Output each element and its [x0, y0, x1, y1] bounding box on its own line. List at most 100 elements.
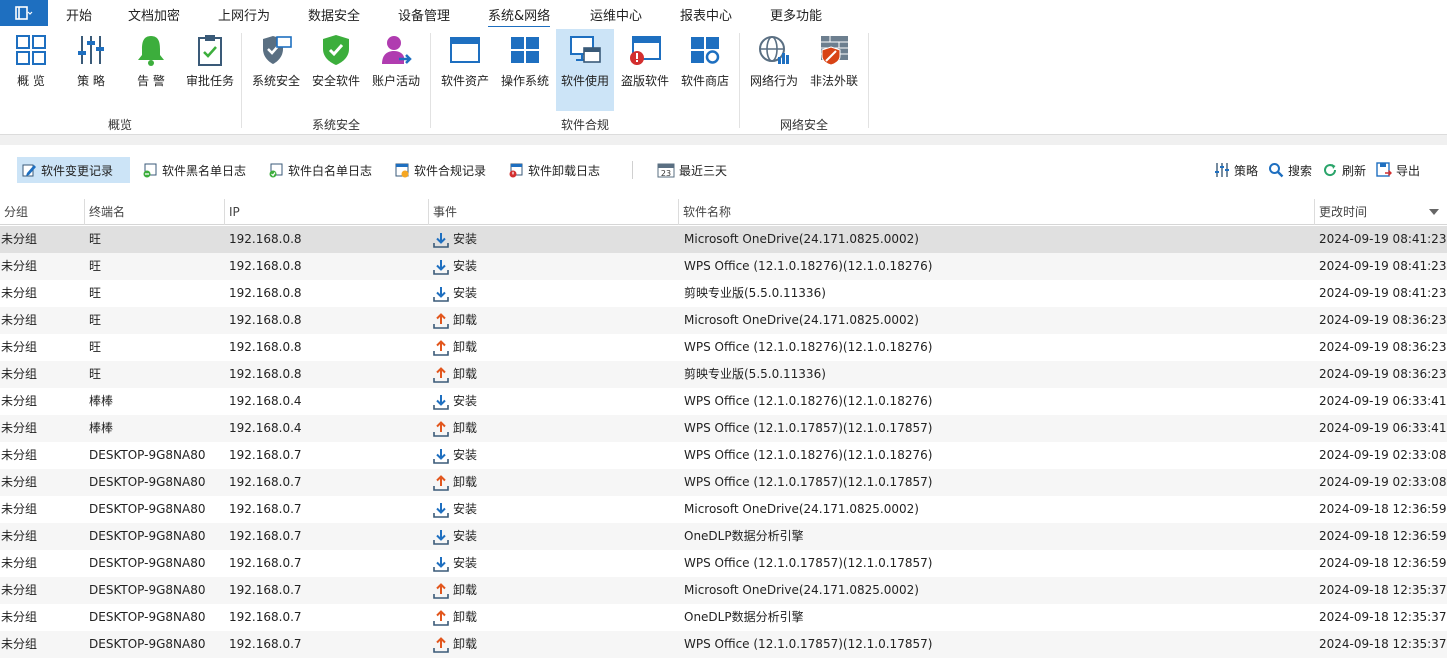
table-row[interactable]: 未分组 DESKTOP-9G8NA80 192.168.0.7 安装 WPS Offic… — [0, 550, 1447, 577]
cell-change-time: 2024-09-19 02:33:08 — [1319, 448, 1447, 462]
table-row[interactable]: 未分组 DESKTOP-9G8NA80 192.168.0.7 卸载 Microsoft… — [0, 577, 1447, 604]
policy-label: 策略 — [1234, 163, 1259, 178]
uninstall-icon — [433, 636, 449, 653]
ribbon-software-usage-button[interactable]: 软件使用 — [556, 29, 614, 111]
table-row[interactable]: 未分组 DESKTOP-9G8NA80 192.168.0.7 安装 Microsoft… — [0, 496, 1447, 523]
cell-ip: 192.168.0.7 — [229, 475, 302, 489]
install-icon — [433, 232, 449, 248]
tab-compliance-log[interactable]: 软件合规记录 — [390, 157, 490, 183]
windows-logo-icon — [511, 37, 539, 63]
cell-terminal: 旺 — [89, 232, 102, 246]
menu-start[interactable]: 开始 — [66, 5, 92, 24]
ribbon-software-assets-button[interactable]: 软件资产 — [436, 29, 494, 111]
column-header-terminal[interactable]: 终端名 — [84, 199, 224, 225]
ribbon-button-label: 软件使用 — [560, 74, 609, 88]
ribbon-alert-button[interactable]: 告 警 — [122, 29, 180, 111]
cell-event: 卸载 — [433, 415, 477, 442]
menu-web-behavior[interactable]: 上网行为 — [218, 5, 270, 24]
column-header-group[interactable]: 分组 — [0, 199, 84, 225]
cell-ip: 192.168.0.4 — [229, 421, 302, 435]
cell-group: 未分组 — [1, 340, 38, 354]
ribbon-pirated-software-button[interactable]: 盗版软件 — [616, 29, 674, 111]
cell-terminal: DESKTOP-9G8NA80 — [89, 529, 206, 543]
ribbon-os-button[interactable]: 操作系统 — [496, 29, 554, 111]
table-row[interactable]: 未分组 旺 192.168.0.8 卸载 Microsoft OneDrive(24.1… — [0, 307, 1447, 334]
ribbon-button-label: 概 览 — [17, 74, 45, 88]
ribbon-software-store-button[interactable]: 软件商店 — [676, 29, 734, 111]
cell-terminal: 棒棒 — [89, 421, 114, 435]
cell-ip: 192.168.0.7 — [229, 583, 302, 597]
table-row[interactable]: 未分组 旺 192.168.0.8 卸载 剪映专业版(5.5.0.11336) 2024-… — [0, 361, 1447, 388]
cell-software: Microsoft OneDrive(24.171.0825.0002) — [684, 502, 919, 516]
search-button[interactable]: 搜索 — [1264, 157, 1316, 183]
menu-data-security[interactable]: 数据安全 — [308, 5, 360, 24]
app-menu-icon — [15, 6, 33, 20]
ribbon-security-software-button[interactable]: 安全软件 — [307, 29, 365, 111]
ribbon-account-activity-button[interactable]: 账户活动 — [367, 29, 425, 111]
table-row[interactable]: 未分组 DESKTOP-9G8NA80 192.168.0.7 卸载 WPS Offic… — [0, 631, 1447, 658]
cell-ip: 192.168.0.4 — [229, 394, 302, 408]
ribbon-group-label: 软件合规 — [560, 118, 609, 132]
date-filter-button[interactable]: 23 最近三天 — [653, 157, 731, 183]
shield-check-icon — [323, 35, 349, 65]
cell-software: Microsoft OneDrive(24.171.0825.0002) — [684, 583, 919, 597]
ribbon-illegal-outreach-button[interactable]: 非法外联 — [805, 29, 863, 111]
cell-software: WPS Office (12.1.0.18276)(12.1.0.18276) — [684, 448, 933, 462]
cell-software: Microsoft OneDrive(24.171.0825.0002) — [684, 232, 919, 246]
cell-terminal: 旺 — [89, 259, 102, 273]
table-row[interactable]: 未分组 旺 192.168.0.8 安装 WPS Office (12.1.0.1827… — [0, 253, 1447, 280]
cell-ip: 192.168.0.7 — [229, 529, 302, 543]
table-row[interactable]: 未分组 棒棒 192.168.0.4 卸载 WPS Office (12.1.0.178… — [0, 415, 1447, 442]
install-icon — [433, 556, 449, 572]
ribbon-system-security-button[interactable]: 系统安全 — [247, 29, 305, 111]
ribbon-network-behavior-button[interactable]: 网络行为 — [745, 29, 803, 111]
cell-change-time: 2024-09-18 12:35:37 — [1319, 610, 1447, 624]
export-button[interactable]: 导出 — [1372, 157, 1424, 183]
policy-button[interactable]: 策略 — [1210, 157, 1262, 183]
tab-software-change-log[interactable]: 软件变更记录 — [17, 157, 130, 183]
table-row[interactable]: 未分组 DESKTOP-9G8NA80 192.168.0.7 安装 WPS Offic… — [0, 442, 1447, 469]
table-row[interactable]: 未分组 棒棒 192.168.0.4 安装 WPS Office (12.1.0.182… — [0, 388, 1447, 415]
event-label: 卸载 — [453, 583, 478, 597]
menu-ops-center[interactable]: 运维中心 — [590, 5, 642, 24]
ribbon: 概 览 策 略 告 警 审批任务 概览 系统安全 安全软件 账户活动 系统安全 … — [0, 27, 1447, 135]
cell-ip: 192.168.0.7 — [229, 610, 302, 624]
menu-device-management[interactable]: 设备管理 — [398, 5, 450, 24]
column-header-software[interactable]: 软件名称 — [678, 199, 1314, 225]
cell-event: 卸载 — [433, 307, 477, 334]
cell-software: Microsoft OneDrive(24.171.0825.0002) — [684, 313, 919, 327]
table-row[interactable]: 未分组 旺 192.168.0.8 卸载 WPS Office (12.1.0.1827… — [0, 334, 1447, 361]
menu-system-network[interactable]: 系统&网络 — [488, 5, 551, 28]
cell-terminal: DESKTOP-9G8NA80 — [89, 448, 206, 462]
table-row[interactable]: 未分组 DESKTOP-9G8NA80 192.168.0.7 卸载 WPS Offic… — [0, 469, 1447, 496]
table-row[interactable]: 未分组 旺 192.168.0.8 安装 剪映专业版(5.5.0.11336) 2024-… — [0, 280, 1447, 307]
cell-ip: 192.168.0.8 — [229, 232, 302, 246]
column-header-event[interactable]: 事件 — [428, 199, 678, 225]
cell-event: 卸载 — [433, 604, 477, 631]
tab-blacklist-log[interactable]: 软件黑名单日志 — [138, 157, 250, 183]
install-icon — [433, 286, 449, 302]
cell-event: 安装 — [433, 550, 477, 577]
ribbon-button-label: 安全软件 — [311, 74, 360, 88]
ribbon-policy-button[interactable]: 策 略 — [62, 29, 120, 111]
app-menu-button[interactable] — [0, 0, 48, 26]
column-header-ip[interactable]: IP — [224, 199, 428, 225]
tab-whitelist-log[interactable]: 软件白名单日志 — [264, 157, 376, 183]
cell-event: 安装 — [433, 496, 477, 523]
tab-uninstall-log[interactable]: 软件卸载日志 — [504, 157, 604, 183]
menu-more-functions[interactable]: 更多功能 — [770, 5, 822, 24]
ribbon-approval-button[interactable]: 审批任务 — [182, 29, 238, 111]
cell-event: 安装 — [433, 226, 477, 253]
install-icon — [433, 529, 449, 545]
table-row[interactable]: 未分组 DESKTOP-9G8NA80 192.168.0.7 安装 OneDLP数据分… — [0, 523, 1447, 550]
table-row[interactable]: 未分组 DESKTOP-9G8NA80 192.168.0.7 卸载 OneDLP数据分… — [0, 604, 1447, 631]
column-header-change-time[interactable]: 更改时间 — [1314, 199, 1447, 225]
ribbon-separator — [868, 33, 869, 128]
ribbon-overview-button[interactable]: 概 览 — [2, 29, 60, 111]
menu-report-center[interactable]: 报表中心 — [680, 5, 732, 24]
table-row[interactable]: 未分组 旺 192.168.0.8 安装 Microsoft OneDrive(24.1… — [0, 226, 1447, 253]
event-label: 安装 — [453, 286, 478, 300]
refresh-button[interactable]: 刷新 — [1318, 157, 1370, 183]
menu-doc-encryption[interactable]: 文档加密 — [128, 5, 180, 24]
cell-group: 未分组 — [1, 583, 38, 597]
